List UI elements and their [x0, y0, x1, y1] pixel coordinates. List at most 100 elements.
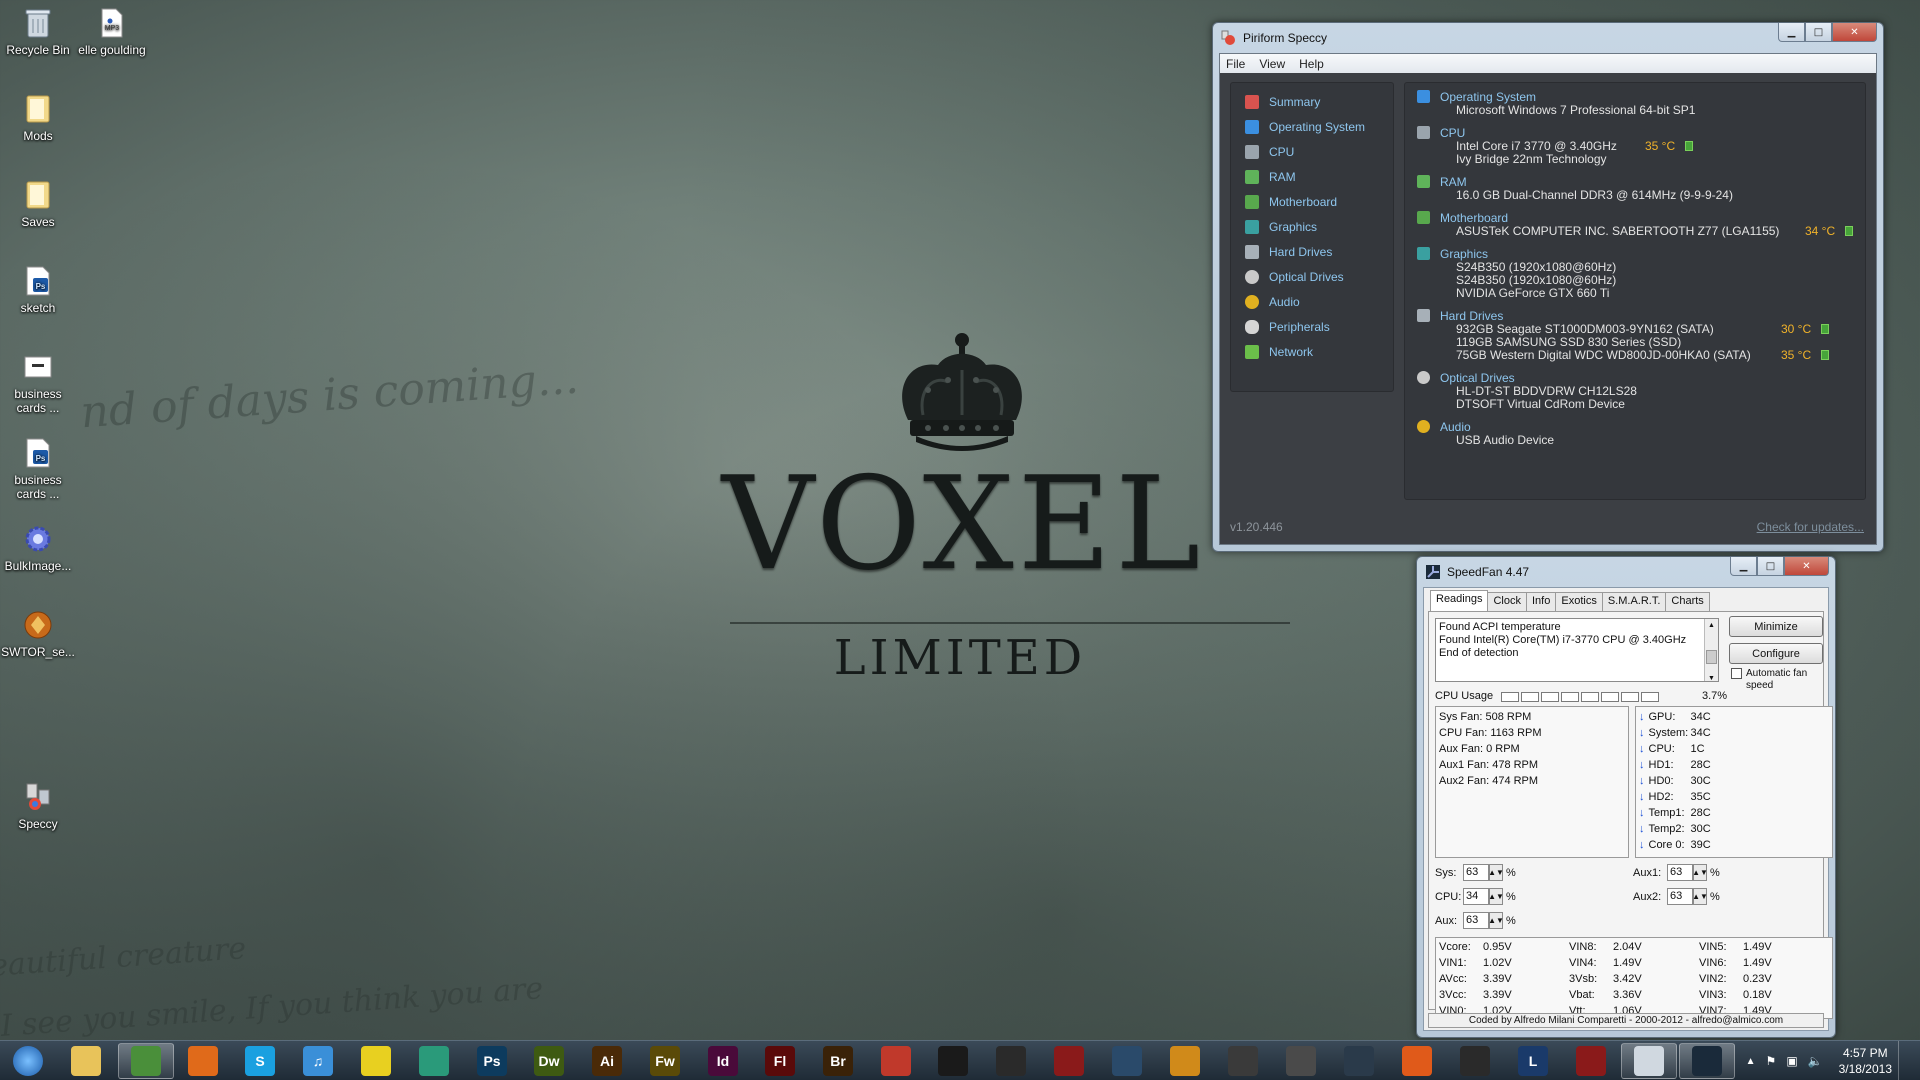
spinner-arrows-icon[interactable]: ▲▼ — [1692, 864, 1708, 881]
speccy-window[interactable]: Piriform Speccy ▁ □ ✕ File View Help Sum… — [1212, 22, 1884, 552]
log-scrollbar[interactable]: ▲ ▼ — [1704, 619, 1718, 682]
desktop-icon-business-cards-1[interactable]: business cards ... — [0, 350, 76, 415]
taskbar-chrome[interactable] — [118, 1043, 174, 1079]
spinner-arrows-icon[interactable]: ▲▼ — [1488, 912, 1504, 929]
action-center-flag-icon[interactable]: ⚑ — [1766, 1054, 1777, 1068]
taskbar-skype[interactable]: S — [232, 1043, 288, 1079]
taskbar-firefox[interactable] — [175, 1043, 231, 1079]
taskbar-app-logmein[interactable] — [1273, 1043, 1329, 1079]
spinner-arrows-icon[interactable]: ▲▼ — [1692, 888, 1708, 905]
menu-view[interactable]: View — [1259, 57, 1285, 71]
aux2-speed-input[interactable]: 63 — [1667, 888, 1693, 905]
taskbar-app-origin[interactable] — [1099, 1043, 1155, 1079]
desktop-icon-swtor[interactable]: SWTOR_se... — [0, 608, 76, 659]
close-button[interactable]: ✕ — [1784, 557, 1829, 576]
check-updates-link[interactable]: Check for updates... — [1757, 520, 1864, 538]
sidebar-item-operating-system[interactable]: Operating System — [1231, 114, 1393, 139]
scroll-up-icon[interactable]: ▲ — [1705, 619, 1718, 632]
taskbar-dreamweaver[interactable]: Dw — [521, 1043, 577, 1079]
spinner-arrows-icon[interactable]: ▲▼ — [1488, 864, 1504, 881]
speedfan-window[interactable]: SpeedFan 4.47 ▁ □ ✕ Readings Clock Info … — [1416, 556, 1836, 1038]
taskbar-flash[interactable]: Fl — [752, 1043, 808, 1079]
minimize-button[interactable]: ▁ — [1730, 557, 1757, 576]
taskbar-app-live[interactable] — [925, 1043, 981, 1079]
close-button[interactable]: ✕ — [1832, 23, 1877, 42]
taskbar-speedfan[interactable] — [1679, 1043, 1735, 1079]
desktop-icon-recycle-bin[interactable]: Recycle Bin — [0, 6, 76, 57]
tray-expand-icon[interactable]: ▲ — [1746, 1056, 1756, 1067]
desktop-icon-saves[interactable]: Saves — [0, 178, 76, 229]
tab-readings[interactable]: Readings — [1430, 590, 1489, 611]
auto-fan-speed[interactable]: Automatic fan speed — [1731, 668, 1827, 692]
spinner-arrows-icon[interactable]: ▲▼ — [1488, 888, 1504, 905]
section-title[interactable]: Motherboard — [1440, 211, 1508, 225]
desktop-icon-bulkimage[interactable]: BulkImage... — [0, 522, 76, 573]
taskbar-start-orb[interactable] — [0, 1043, 56, 1079]
section-title[interactable]: CPU — [1440, 126, 1465, 140]
taskbar-app-pirate[interactable] — [1447, 1043, 1503, 1079]
taskbar-app-circle[interactable] — [983, 1043, 1039, 1079]
network-icon[interactable]: ▣ — [1786, 1054, 1797, 1068]
aux-speed-input[interactable]: 63 — [1463, 912, 1489, 929]
taskbar-itunes[interactable]: ♫ — [290, 1043, 346, 1079]
taskbar-clock[interactable]: 4:57 PM 3/18/2013 — [1839, 1045, 1892, 1077]
sys-speed-input[interactable]: 63 — [1463, 864, 1489, 881]
taskbar-illustrator[interactable]: Ai — [579, 1043, 635, 1079]
sidebar-item-motherboard[interactable]: Motherboard — [1231, 189, 1393, 214]
desktop-icon-sketch[interactable]: Ps sketch — [0, 264, 76, 315]
taskbar-app-target[interactable] — [1041, 1043, 1097, 1079]
taskbar-app-orange2[interactable] — [1389, 1043, 1445, 1079]
sidebar-item-audio[interactable]: Audio — [1231, 289, 1393, 314]
taskbar-app-redtri[interactable] — [1563, 1043, 1619, 1079]
desktop-icon-business-cards-2[interactable]: Ps business cards ... — [0, 436, 76, 501]
taskbar-app-red[interactable] — [868, 1043, 924, 1079]
tab-info[interactable]: Info — [1526, 592, 1557, 611]
taskbar-app-green[interactable] — [406, 1043, 462, 1079]
section-title[interactable]: RAM — [1440, 175, 1467, 189]
menu-help[interactable]: Help — [1299, 57, 1324, 71]
taskbar-league[interactable]: L — [1505, 1043, 1561, 1079]
sidebar-item-peripherals[interactable]: Peripherals — [1231, 314, 1393, 339]
tab-smart[interactable]: S.M.A.R.T. — [1601, 592, 1667, 611]
section-title[interactable]: Optical Drives — [1440, 371, 1515, 385]
detection-log[interactable]: Found ACPI temperature Found Intel(R) Co… — [1435, 618, 1719, 682]
desktop-icon-speccy[interactable]: Speccy — [0, 780, 76, 831]
section-title[interactable]: Graphics — [1440, 247, 1488, 261]
desktop-icon-mods[interactable]: Mods — [0, 92, 76, 143]
maximize-button[interactable]: □ — [1757, 557, 1784, 576]
taskbar-speccy[interactable] — [1621, 1043, 1677, 1079]
sidebar-item-cpu[interactable]: CPU — [1231, 139, 1393, 164]
minimize-app-button[interactable]: Minimize — [1729, 616, 1823, 637]
minimize-button[interactable]: ▁ — [1778, 23, 1805, 42]
taskbar-fireworks[interactable]: Fw — [637, 1043, 693, 1079]
show-desktop-button[interactable] — [1898, 1041, 1910, 1080]
aux1-speed-input[interactable]: 63 — [1667, 864, 1693, 881]
taskbar-indesign[interactable]: Id — [695, 1043, 751, 1079]
auto-fan-checkbox[interactable] — [1731, 668, 1742, 679]
sidebar-item-graphics[interactable]: Graphics — [1231, 214, 1393, 239]
taskbar-photoshop[interactable]: Ps — [464, 1043, 520, 1079]
volume-icon[interactable]: 🔈 — [1808, 1054, 1823, 1068]
sidebar-item-hard-drives[interactable]: Hard Drives — [1231, 239, 1393, 264]
sidebar-item-summary[interactable]: Summary — [1231, 89, 1393, 114]
tab-clock[interactable]: Clock — [1487, 592, 1527, 611]
taskbar-norton[interactable] — [348, 1043, 404, 1079]
taskbar-bridge[interactable]: Br — [810, 1043, 866, 1079]
desktop-icon-elle-goulding[interactable]: MP3 elle goulding — [74, 6, 150, 57]
menu-file[interactable]: File — [1226, 57, 1245, 71]
sidebar-item-ram[interactable]: RAM — [1231, 164, 1393, 189]
tab-charts[interactable]: Charts — [1665, 592, 1710, 611]
taskbar-steam[interactable] — [1331, 1043, 1387, 1079]
cpu-speed-input[interactable]: 34 — [1463, 888, 1489, 905]
taskbar-explorer[interactable] — [58, 1043, 114, 1079]
section-title[interactable]: Operating System — [1440, 90, 1536, 104]
sidebar-item-optical-drives[interactable]: Optical Drives — [1231, 264, 1393, 289]
scroll-down-icon[interactable]: ▼ — [1705, 672, 1718, 685]
section-title[interactable]: Hard Drives — [1440, 309, 1503, 323]
tab-exotics[interactable]: Exotics — [1555, 592, 1603, 611]
section-title[interactable]: Audio — [1440, 420, 1471, 434]
configure-button[interactable]: Configure — [1729, 643, 1823, 664]
sidebar-item-network[interactable]: Network — [1231, 339, 1393, 364]
taskbar-app-orange[interactable] — [1157, 1043, 1213, 1079]
maximize-button[interactable]: □ — [1805, 23, 1832, 42]
